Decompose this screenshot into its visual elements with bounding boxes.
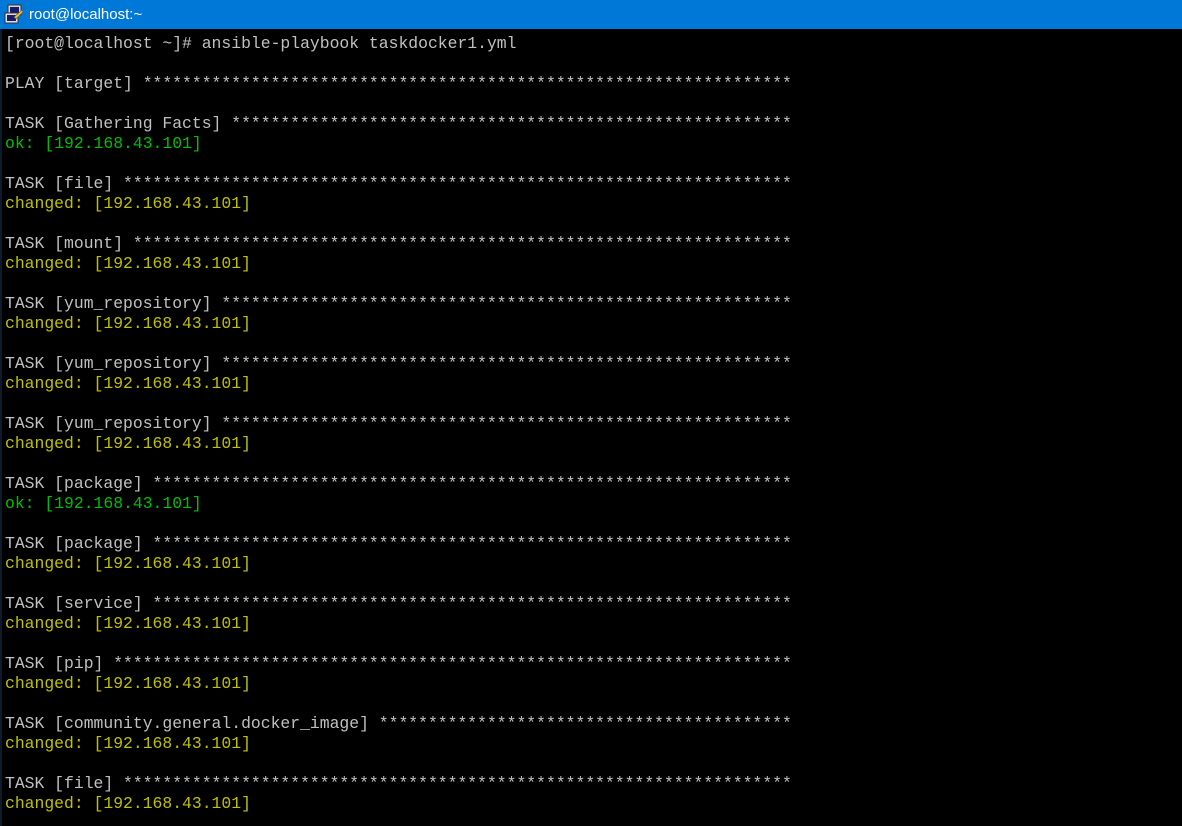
terminal-line: TASK [yum_repository] ******************… [5, 354, 792, 373]
terminal-line: TASK [service] *************************… [5, 594, 792, 613]
terminal-line: changed: [192.168.43.101] [5, 194, 251, 213]
terminal-line: changed: [192.168.43.101] [5, 314, 251, 333]
terminal-line: changed: [192.168.43.101] [5, 794, 251, 813]
terminal-line: ok: [192.168.43.101] [5, 134, 202, 153]
terminal-line: TASK [mount] ***************************… [5, 234, 792, 253]
terminal-line: [root@localhost ~]# ansible-playbook tas… [5, 34, 517, 53]
terminal-line: TASK [pip] *****************************… [5, 654, 792, 673]
terminal-output[interactable]: [root@localhost ~]# ansible-playbook tas… [5, 34, 1175, 826]
terminal-line: TASK [file] ****************************… [5, 774, 792, 793]
terminal-line: changed: [192.168.43.101] [5, 554, 251, 573]
terminal-line: changed: [192.168.43.101] [5, 374, 251, 393]
terminal-line: TASK [package] *************************… [5, 474, 792, 493]
terminal-line: PLAY [target] **************************… [5, 74, 792, 93]
terminal-line: TASK [file] ****************************… [5, 174, 792, 193]
window-border [0, 29, 2, 826]
terminal-window: root@localhost:~ [root@localhost ~]# ans… [0, 0, 1182, 826]
putty-icon[interactable] [3, 4, 25, 26]
terminal-line: changed: [192.168.43.101] [5, 254, 251, 273]
terminal-line: TASK [yum_repository] ******************… [5, 414, 792, 433]
terminal-line: changed: [192.168.43.101] [5, 734, 251, 753]
terminal-line: TASK [package] *************************… [5, 534, 792, 553]
terminal-line: TASK [yum_repository] ******************… [5, 294, 792, 313]
terminal-line: TASK [Gathering Facts] *****************… [5, 114, 792, 133]
title-bar[interactable]: root@localhost:~ [0, 0, 1182, 29]
terminal-line: ok: [192.168.43.101] [5, 494, 202, 513]
terminal-line: changed: [192.168.43.101] [5, 614, 251, 633]
terminal-line: changed: [192.168.43.101] [5, 674, 251, 693]
terminal-line: TASK [community.general.docker_image] **… [5, 714, 792, 733]
window-title: root@localhost:~ [29, 6, 143, 23]
terminal-line: changed: [192.168.43.101] [5, 434, 251, 453]
